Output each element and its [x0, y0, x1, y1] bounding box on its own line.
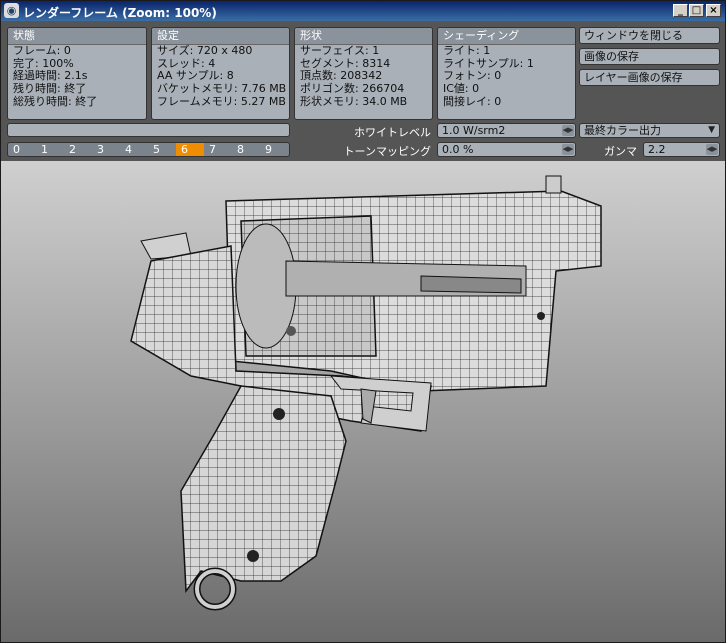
progress-bar — [7, 123, 290, 137]
status-row: 総残り時間: 終了 — [13, 94, 98, 108]
shading-row: IC値: 0 — [443, 82, 480, 96]
maximize-button[interactable]: □ — [689, 4, 704, 17]
shape-row: ポリゴン数: 266704 — [300, 82, 405, 96]
close-window-button[interactable]: ウィンドウを閉じる — [579, 27, 720, 44]
status-header: 状態 — [8, 28, 146, 45]
gamma-field[interactable]: 2.2 ◀▶ — [643, 142, 720, 157]
white-level-field[interactable]: 1.0 W/srm2 ◀▶ — [437, 123, 576, 138]
settings-row: フレームメモリ: 5.27 MB — [157, 94, 286, 108]
tone-mapping-field[interactable]: 0.0 % ◀▶ — [437, 142, 576, 157]
settings-row: サイズ: 720 x 480 — [157, 44, 253, 57]
frame-button[interactable]: 7 — [204, 143, 232, 156]
settings-header: 設定 — [152, 28, 289, 45]
info-panel: 状態 フレーム: 0 完了: 100% 経過時間: 2.1s 残り時間: 終了 … — [1, 21, 725, 161]
frame-button[interactable]: 2 — [64, 143, 92, 156]
gamma-label: ガンマ — [604, 145, 637, 158]
chevron-down-icon: ▼ — [708, 125, 715, 135]
gamma-value: 2.2 — [648, 143, 666, 156]
app-icon: ◉ — [4, 3, 19, 18]
white-level-value: 1.0 W/srm2 — [442, 124, 506, 137]
frame-button[interactable]: 9 — [260, 143, 288, 156]
shape-row: 形状メモリ: 34.0 MB — [300, 94, 408, 108]
frame-button-active[interactable]: 6 — [176, 143, 204, 156]
settings-box: 設定 サイズ: 720 x 480 スレッド: 4 AA サンプル: 8 バケッ… — [151, 27, 290, 120]
shape-header: 形状 — [295, 28, 432, 45]
save-layer-image-button[interactable]: レイヤー画像の保存 — [579, 69, 720, 86]
status-row: 残り時間: 終了 — [13, 82, 87, 96]
shading-row: ライト: 1 — [443, 44, 491, 57]
window-title: レンダーフレーム (Zoom: 100%) — [23, 6, 217, 20]
minimize-button[interactable]: _ — [673, 4, 688, 17]
spinner-icon[interactable]: ◀▶ — [562, 125, 574, 136]
settings-row: バケットメモリ: 7.76 MB — [157, 82, 287, 96]
frame-button[interactable]: 1 — [36, 143, 64, 156]
render-frame-window: ◉ レンダーフレーム (Zoom: 100%) _ □ × 状態 フレーム: 0… — [0, 0, 726, 643]
frame-selector: 0 1 2 3 4 5 6 7 8 9 — [7, 142, 290, 157]
spinner-icon[interactable]: ◀▶ — [562, 144, 574, 155]
spinner-icon[interactable]: ◀▶ — [706, 144, 718, 155]
shading-row: 間接レイ: 0 — [443, 94, 502, 108]
shape-row: サーフェイス: 1 — [300, 44, 380, 57]
tone-mapping-value: 0.0 % — [442, 143, 474, 156]
save-image-button[interactable]: 画像の保存 — [579, 48, 720, 65]
shading-header: シェーディング — [438, 28, 575, 45]
status-row: フレーム: 0 — [13, 44, 71, 57]
render-viewport[interactable] — [1, 161, 725, 642]
close-button[interactable]: × — [706, 4, 721, 17]
output-value: 最終カラー出力 — [584, 124, 661, 137]
revolver-render — [130, 175, 602, 611]
frame-button[interactable]: 5 — [148, 143, 176, 156]
tone-mapping-label: トーンマッピング — [343, 145, 431, 158]
frame-button[interactable]: 8 — [232, 143, 260, 156]
status-box: 状態 フレーム: 0 完了: 100% 経過時間: 2.1s 残り時間: 終了 … — [7, 27, 147, 120]
white-level-label: ホワイトレベル — [354, 126, 431, 139]
frame-button[interactable]: 0 — [8, 143, 36, 156]
frame-button[interactable]: 4 — [120, 143, 148, 156]
shape-box: 形状 サーフェイス: 1 セグメント: 8314 頂点数: 208342 ポリゴ… — [294, 27, 433, 120]
title-bar[interactable]: ◉ レンダーフレーム (Zoom: 100%) _ □ × — [1, 1, 725, 21]
frame-button[interactable]: 3 — [92, 143, 120, 156]
shading-box: シェーディング ライト: 1 ライトサンプル: 1 フォトン: 0 IC値: 0… — [437, 27, 576, 120]
output-dropdown[interactable]: 最終カラー出力 ▼ — [579, 123, 720, 138]
